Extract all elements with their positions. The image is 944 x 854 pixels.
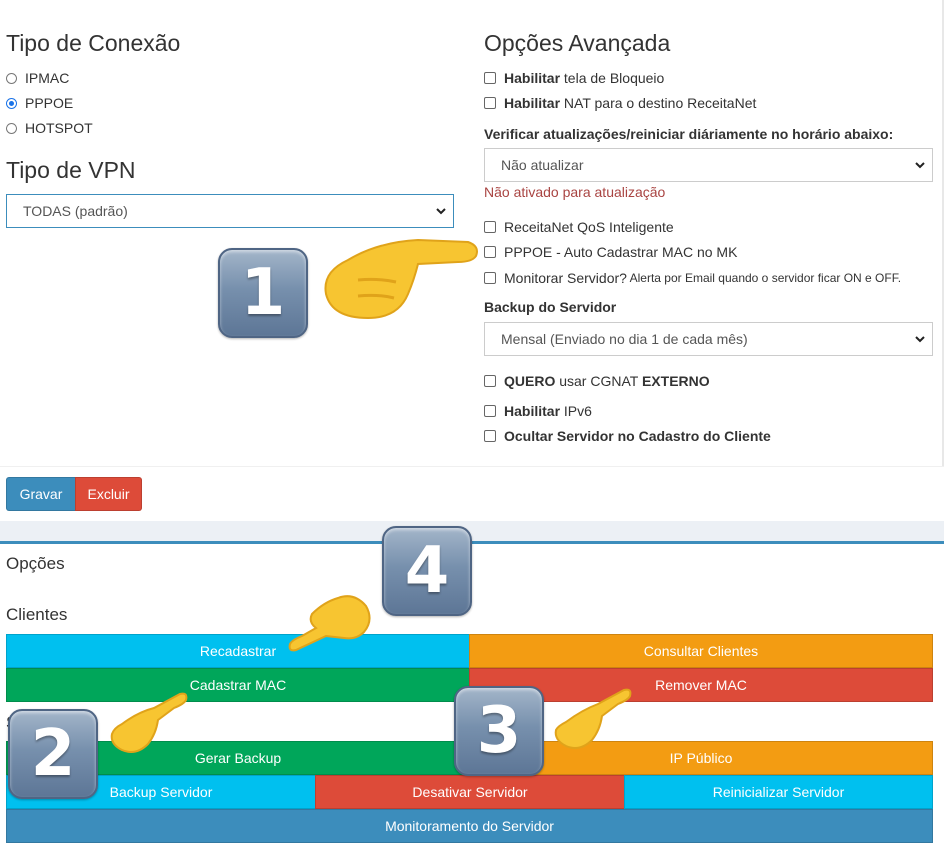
check-qos-box[interactable] xyxy=(484,221,496,233)
check-pppoe-mac-box[interactable] xyxy=(484,246,496,258)
check-ipv6[interactable]: Habilitar IPv6 xyxy=(484,403,592,419)
check-bloqueio-label: tela de Bloqueio xyxy=(560,70,665,86)
form-footer-divider xyxy=(0,466,944,467)
chevron-down-icon xyxy=(436,208,446,215)
check-bloqueio[interactable]: Habilitar tela de Bloqueio xyxy=(484,70,664,86)
backup-select[interactable]: Mensal (Enviado no dia 1 de cada mês) xyxy=(484,322,933,356)
check-cgnat-bold1: QUERO xyxy=(504,373,556,389)
check-monitorar-label: Monitorar Servidor? xyxy=(504,270,627,286)
check-monitorar-box[interactable] xyxy=(484,272,496,284)
opcoes-top-border xyxy=(0,541,944,544)
gravar-button[interactable]: Gravar xyxy=(6,477,76,511)
desativar-servidor-button[interactable]: Desativar Servidor xyxy=(315,775,625,809)
check-cgnat-bold2: EXTERNO xyxy=(641,373,710,389)
radio-hotspot-control[interactable] xyxy=(6,122,17,134)
section-gap xyxy=(0,521,944,541)
check-ipv6-box[interactable] xyxy=(484,405,496,417)
check-ocultar-box[interactable] xyxy=(484,430,496,442)
check-cgnat[interactable]: QUERO usar CGNAT EXTERNO xyxy=(484,373,710,389)
annotation-badge-4: 4 xyxy=(382,526,472,616)
radio-hotspot[interactable]: HOTSPOT xyxy=(6,120,93,136)
radio-ipmac-label: IPMAC xyxy=(25,70,70,86)
check-pppoe-mac[interactable]: PPPOE - Auto Cadastrar MAC no MK xyxy=(484,244,737,260)
check-pppoe-mac-label: PPPOE - Auto Cadastrar MAC no MK xyxy=(504,244,738,260)
check-cgnat-box[interactable] xyxy=(484,375,496,387)
clientes-title: Clientes xyxy=(6,605,68,624)
check-monitorar-hint: Alerta por Email quando o servidor ficar… xyxy=(626,271,902,285)
check-nat-box[interactable] xyxy=(484,97,496,109)
backup-label: Backup do Servidor xyxy=(484,299,617,315)
cadastrar-mac-button[interactable]: Cadastrar MAC xyxy=(6,668,470,702)
check-qos-label: ReceitaNet QoS Inteligente xyxy=(504,219,674,235)
check-ipv6-bold: Habilitar xyxy=(504,403,561,419)
atualizar-label: Verificar atualizações/reiniciar diáriam… xyxy=(484,126,894,142)
pointing-hand-icon xyxy=(554,688,632,749)
check-nat-bold: Habilitar xyxy=(504,95,561,111)
vpn-select-value: TODAS (padrão) xyxy=(23,203,128,219)
excluir-button[interactable]: Excluir xyxy=(75,477,142,511)
radio-ipmac[interactable]: IPMAC xyxy=(6,70,69,86)
check-ocultar-label: Ocultar Servidor no Cadastro do Cliente xyxy=(504,428,771,444)
pointing-hand-icon xyxy=(324,238,478,320)
chevron-down-icon xyxy=(915,336,925,343)
monitoramento-servidor-button[interactable]: Monitoramento do Servidor xyxy=(6,809,933,843)
check-ipv6-label: IPv6 xyxy=(560,403,592,419)
check-ocultar[interactable]: Ocultar Servidor no Cadastro do Cliente xyxy=(484,428,771,444)
annotation-badge-3: 3 xyxy=(454,686,544,776)
atualizar-select-value: Não atualizar xyxy=(501,157,584,173)
conexao-title: Tipo de Conexão xyxy=(6,30,181,56)
vpn-title: Tipo de VPN xyxy=(6,157,136,183)
radio-pppoe-label: PPPOE xyxy=(25,95,74,111)
check-qos[interactable]: ReceitaNet QoS Inteligente xyxy=(484,219,674,235)
pointing-hand-icon xyxy=(110,692,188,753)
reinicializar-servidor-button[interactable]: Reinicializar Servidor xyxy=(624,775,933,809)
check-cgnat-mid: usar CGNAT xyxy=(555,373,642,389)
check-nat[interactable]: Habilitar NAT para o destino ReceitaNet xyxy=(484,95,756,111)
avancada-title: Opções Avançada xyxy=(484,30,671,56)
backup-select-value: Mensal (Enviado no dia 1 de cada mês) xyxy=(501,331,748,347)
check-bloqueio-bold: Habilitar xyxy=(504,70,561,86)
annotation-badge-1: 1 xyxy=(218,248,308,338)
consultar-clientes-button[interactable]: Consultar Clientes xyxy=(469,634,933,668)
atualizar-select[interactable]: Não atualizar xyxy=(484,148,933,182)
recadastrar-button[interactable]: Recadastrar xyxy=(6,634,470,668)
radio-pppoe-control[interactable] xyxy=(6,97,17,109)
opcoes-title: Opções xyxy=(6,554,65,573)
radio-hotspot-label: HOTSPOT xyxy=(25,120,93,136)
check-bloqueio-box[interactable] xyxy=(484,72,496,84)
radio-ipmac-control[interactable] xyxy=(6,72,17,84)
chevron-down-icon xyxy=(915,162,925,169)
annotation-badge-2: 2 xyxy=(8,709,98,799)
check-monitorar[interactable]: Monitorar Servidor? Alerta por Email qua… xyxy=(484,270,901,286)
atualizar-warning: Não ativado para atualização xyxy=(484,184,666,200)
pointing-hand-icon xyxy=(288,595,371,652)
check-nat-label: NAT para o destino ReceitaNet xyxy=(560,95,757,111)
radio-pppoe[interactable]: PPPOE xyxy=(6,95,73,111)
